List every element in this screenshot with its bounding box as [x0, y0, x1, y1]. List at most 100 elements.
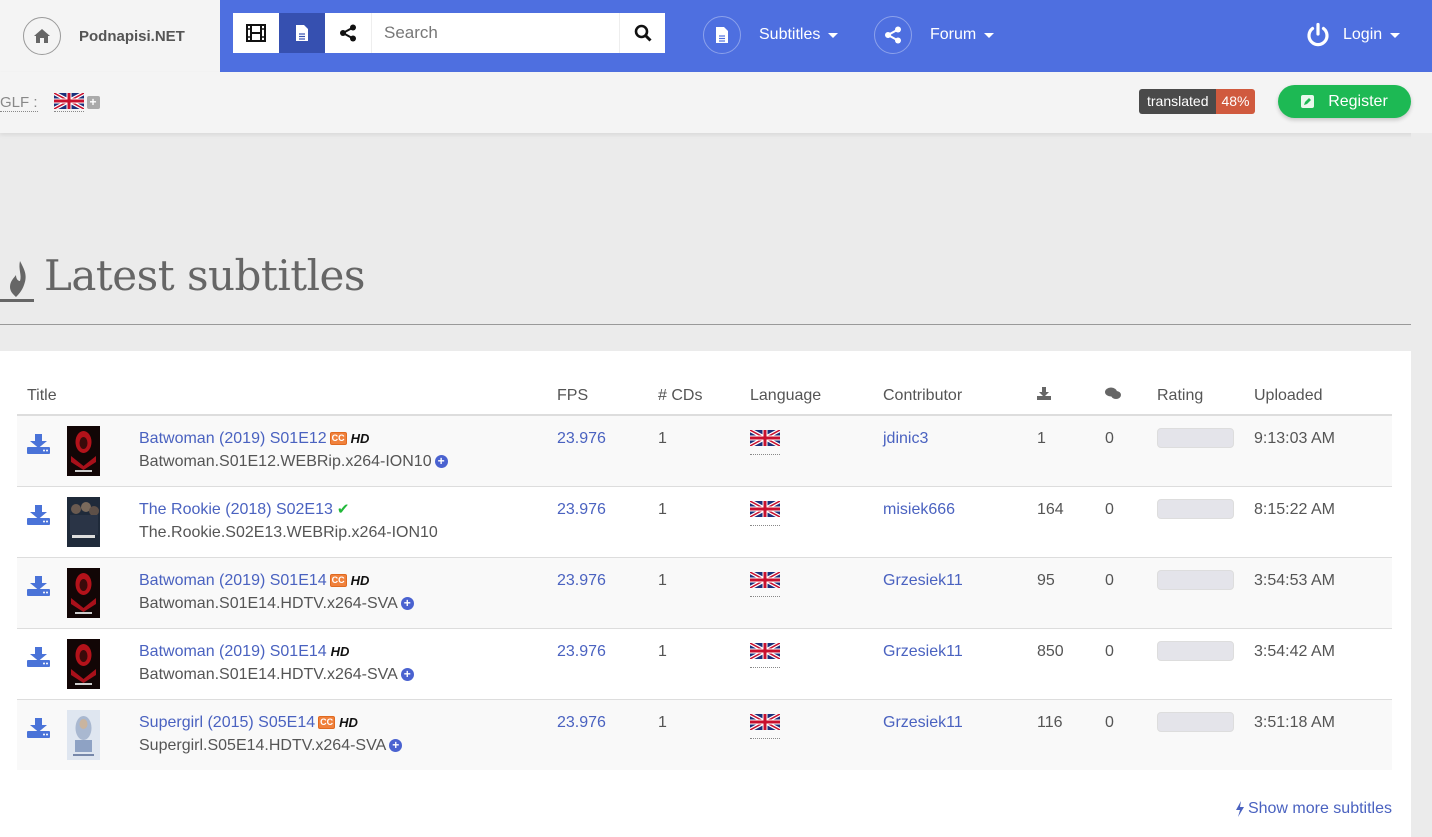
cds-cell: 1	[658, 430, 667, 447]
rating-bar[interactable]	[1157, 498, 1234, 519]
uploaded-time: 3:51:18 AM	[1254, 713, 1335, 731]
col-contributor[interactable]: Contributor	[873, 377, 1027, 416]
search-group	[233, 13, 665, 53]
scrollbar-track[interactable]	[1411, 133, 1432, 837]
home-button[interactable]	[23, 17, 61, 55]
table-row: Batwoman (2019) S01E14 CC HD Batwoman.S01E1…	[17, 557, 1392, 628]
col-comments[interactable]	[1095, 377, 1147, 416]
col-language[interactable]: Language	[740, 377, 873, 416]
file-icon	[296, 25, 308, 41]
release-name: The.Rookie.S02E13.WEBRip.x264-ION10	[139, 523, 438, 541]
download-subtitle-icon[interactable]	[27, 717, 50, 738]
more-releases-icon[interactable]: +	[389, 738, 403, 752]
search-button[interactable]	[619, 13, 665, 53]
poster-cell	[57, 415, 129, 486]
download-cell	[17, 486, 57, 557]
glf-label[interactable]: GLF :	[0, 94, 38, 112]
fps-cell[interactable]: 23.976	[547, 699, 648, 770]
search-mode-subtitles[interactable]	[279, 13, 325, 53]
language-cell	[740, 557, 873, 628]
subtitle-title-link[interactable]: Supergirl (2015) S05E14	[139, 714, 315, 731]
download-subtitle-icon[interactable]	[27, 504, 50, 525]
poster-thumbnail[interactable]	[67, 709, 100, 760]
file-icon	[716, 27, 728, 43]
poster-thumbnail[interactable]	[67, 496, 100, 547]
top-navbar: Podnapisi.NET Subtitles Forum Login	[0, 0, 1432, 72]
rating-bar[interactable]	[1157, 640, 1234, 661]
subtitles-table: Title FPS # CDs Language Contributor Rat…	[17, 377, 1392, 770]
download-icon	[1037, 386, 1051, 400]
poster-thumbnail[interactable]	[67, 638, 100, 689]
poster-thumbnail[interactable]	[67, 426, 100, 476]
translated-badge[interactable]: translated 48%	[1139, 89, 1255, 114]
downloads-count: 95	[1037, 571, 1055, 589]
col-downloads[interactable]	[1027, 377, 1095, 416]
poster-cell	[57, 486, 129, 557]
uk-flag-icon[interactable]	[749, 711, 781, 739]
subtitle-title-link[interactable]: Batwoman (2019) S01E12	[139, 430, 327, 447]
rating-bar[interactable]	[1157, 569, 1234, 590]
nav-subtitles-label: Subtitles	[759, 26, 821, 43]
uk-flag-icon[interactable]	[749, 498, 781, 526]
fps-cell[interactable]: 23.976	[547, 628, 648, 699]
subtitle-title-link[interactable]: Batwoman (2019) S01E14	[139, 572, 327, 589]
fps-cell[interactable]: 23.976	[547, 486, 648, 557]
brand-name[interactable]: Podnapisi.NET	[79, 28, 185, 45]
title-divider	[0, 324, 1411, 325]
more-releases-icon[interactable]: +	[434, 455, 448, 469]
comments-count: 0	[1105, 642, 1114, 660]
contributor-link[interactable]: jdinic3	[873, 415, 1027, 486]
subtitle-title-link[interactable]: Batwoman (2019) S01E14	[139, 643, 327, 660]
download-subtitle-icon[interactable]	[27, 646, 50, 667]
col-uploaded[interactable]: Uploaded	[1244, 377, 1392, 416]
nav-login[interactable]: Login	[1305, 16, 1401, 54]
hd-badge: HD	[339, 714, 358, 730]
power-icon	[1307, 22, 1329, 47]
add-language-icon[interactable]: +	[86, 96, 100, 109]
contributor-link[interactable]: misiek666	[873, 486, 1027, 557]
uk-flag-icon[interactable]	[749, 569, 781, 597]
fps-cell[interactable]: 23.976	[547, 557, 648, 628]
translated-label: translated	[1139, 89, 1217, 114]
downloads-count: 1	[1037, 430, 1046, 447]
register-button[interactable]: Register	[1278, 85, 1411, 118]
rating-bar[interactable]	[1157, 711, 1234, 732]
comments-count: 0	[1105, 713, 1114, 731]
rating-bar[interactable]	[1157, 428, 1234, 448]
download-subtitle-icon[interactable]	[27, 434, 50, 454]
fps-cell[interactable]: 23.976	[547, 415, 648, 486]
cds-cell: 1	[658, 500, 667, 518]
col-cds[interactable]: # CDs	[648, 377, 740, 416]
title-cell: The Rookie (2018) S02E13 ✔ The.Rookie.S02E…	[129, 486, 547, 557]
col-fps[interactable]: FPS	[547, 377, 648, 416]
col-title[interactable]: Title	[17, 377, 547, 416]
contributor-link[interactable]: Grzesiek11	[873, 557, 1027, 628]
cds-cell: 1	[658, 571, 667, 589]
glf-flag[interactable]	[53, 93, 84, 112]
language-cell	[740, 486, 873, 557]
subtitle-title-link[interactable]: The Rookie (2018) S02E13	[139, 501, 333, 518]
title-cell: Batwoman (2019) S01E14 HD Batwoman.S01E14.…	[129, 628, 547, 699]
rating-cell	[1147, 486, 1244, 557]
search-mode-share[interactable]	[325, 13, 371, 53]
rating-cell	[1147, 628, 1244, 699]
poster-thumbnail[interactable]	[67, 567, 100, 618]
uk-flag-icon[interactable]	[749, 428, 781, 455]
contributor-link[interactable]: Grzesiek11	[873, 699, 1027, 770]
search-input[interactable]	[371, 13, 619, 53]
more-releases-icon[interactable]: +	[400, 596, 414, 610]
download-cell	[17, 699, 57, 770]
downloads-count: 116	[1037, 713, 1063, 731]
caret-down-icon	[1390, 32, 1401, 38]
download-subtitle-icon[interactable]	[27, 575, 50, 596]
search-mode-movies[interactable]	[233, 13, 279, 53]
contributor-link[interactable]: Grzesiek11	[873, 628, 1027, 699]
nav-subtitles[interactable]: Subtitles	[703, 16, 839, 54]
language-cell	[740, 415, 873, 486]
nav-forum[interactable]: Forum	[874, 16, 995, 54]
uk-flag-icon[interactable]	[749, 640, 781, 668]
col-rating[interactable]: Rating	[1147, 377, 1244, 416]
hd-badge: HD	[350, 431, 370, 446]
show-more-link[interactable]: Show more subtitles	[1235, 800, 1392, 818]
more-releases-icon[interactable]: +	[400, 667, 414, 681]
